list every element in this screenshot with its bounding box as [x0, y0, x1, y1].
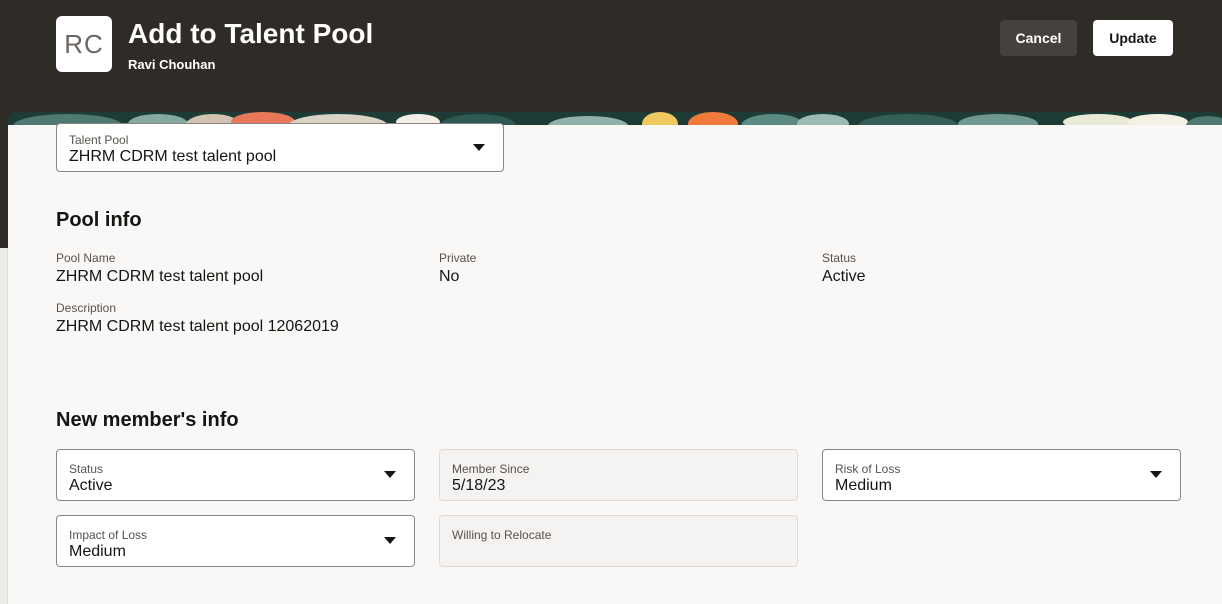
- member-since-value: 5/18/23: [452, 477, 506, 494]
- left-edge-strip: [0, 248, 8, 604]
- willing-to-relocate-label: Willing to Relocate: [452, 528, 552, 542]
- avatar: RC: [56, 16, 112, 72]
- impact-of-loss-label: Impact of Loss: [69, 528, 148, 542]
- private-label: Private: [439, 251, 477, 265]
- chevron-down-icon: [384, 537, 396, 544]
- willing-to-relocate-field: Willing to Relocate: [439, 515, 798, 567]
- member-status-select[interactable]: Status Active: [56, 449, 415, 501]
- risk-of-loss-value: Medium: [835, 477, 892, 494]
- private-value: No: [439, 268, 460, 285]
- description-label: Description: [56, 301, 117, 315]
- chevron-down-icon: [384, 471, 396, 478]
- pool-name-label: Pool Name: [56, 251, 116, 265]
- member-status-value: Active: [69, 477, 113, 494]
- impact-of-loss-value: Medium: [69, 543, 126, 560]
- page-subtitle: Ravi Chouhan: [128, 57, 216, 72]
- pool-status-value: Active: [822, 268, 866, 285]
- pool-status-label: Status: [822, 251, 857, 265]
- update-button[interactable]: Update: [1093, 20, 1173, 56]
- page-title: Add to Talent Pool: [128, 18, 374, 49]
- member-since-field: Member Since 5/18/23: [439, 449, 798, 501]
- risk-of-loss-select[interactable]: Risk of Loss Medium: [822, 449, 1181, 501]
- member-since-label: Member Since: [452, 462, 530, 476]
- pool-info-heading: Pool info: [56, 209, 142, 231]
- member-status-label: Status: [69, 462, 104, 476]
- risk-of-loss-label: Risk of Loss: [835, 462, 901, 476]
- talent-pool-label: Talent Pool: [69, 133, 129, 147]
- description-value: ZHRM CDRM test talent pool 12062019: [56, 318, 339, 335]
- impact-of-loss-select[interactable]: Impact of Loss Medium: [56, 515, 415, 567]
- chevron-down-icon: [473, 144, 485, 151]
- pool-name-value: ZHRM CDRM test talent pool: [56, 268, 264, 285]
- chevron-down-icon: [1150, 471, 1162, 478]
- talent-pool-select[interactable]: Talent Pool ZHRM CDRM test talent pool: [56, 123, 504, 172]
- talent-pool-value: ZHRM CDRM test talent pool: [69, 148, 277, 165]
- cancel-button[interactable]: Cancel: [1000, 20, 1077, 56]
- member-info-heading: New member's info: [56, 409, 239, 431]
